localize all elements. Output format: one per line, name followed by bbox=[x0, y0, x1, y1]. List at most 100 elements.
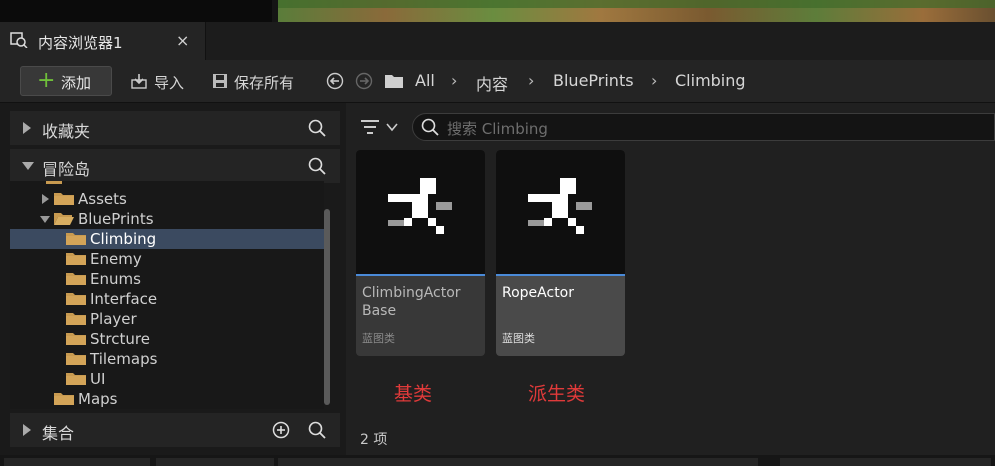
breadcrumb-climbing[interactable]: Climbing bbox=[675, 71, 746, 90]
status-segment bbox=[278, 458, 758, 466]
status-segment bbox=[156, 458, 274, 466]
tree-item-maps[interactable]: Maps bbox=[10, 389, 324, 409]
tree-item-label: Enemy bbox=[90, 250, 142, 268]
import-button[interactable]: 导入 bbox=[154, 72, 184, 93]
filter-icon[interactable] bbox=[360, 119, 380, 135]
folder-open-icon bbox=[54, 213, 74, 225]
tree-item-label: Strcture bbox=[90, 330, 150, 348]
search-icon bbox=[421, 118, 439, 136]
tree-item-label: BluePrints bbox=[78, 210, 154, 228]
forward-arrow-icon[interactable] bbox=[355, 72, 373, 90]
project-label: 冒险岛 bbox=[42, 160, 91, 179]
search-icon[interactable] bbox=[308, 421, 326, 439]
tree-item-label: Player bbox=[90, 310, 137, 328]
asset-type-label: 蓝图类 bbox=[362, 332, 395, 345]
folder-icon bbox=[66, 313, 86, 325]
viewport-strip bbox=[0, 0, 995, 22]
folder-icon bbox=[66, 333, 86, 345]
asset-thumbnail bbox=[496, 150, 625, 274]
folder-icon[interactable] bbox=[384, 72, 404, 90]
add-button-label: 添加 bbox=[61, 74, 92, 92]
chevron-down-icon[interactable] bbox=[386, 122, 398, 132]
tree-item-enums[interactable]: Enums bbox=[10, 269, 324, 289]
item-count: 2 项 bbox=[360, 432, 388, 448]
add-button[interactable]: + 添加 bbox=[20, 66, 112, 96]
annotation-derived-class: 派生类 bbox=[528, 383, 586, 405]
breadcrumb-content[interactable]: 内容 bbox=[476, 71, 508, 95]
breadcrumb-all[interactable]: All bbox=[415, 71, 435, 90]
asset-card-climbingactorbase[interactable]: ClimbingActor Base 蓝图类 bbox=[356, 150, 485, 356]
asset-type-label: 蓝图类 bbox=[502, 332, 535, 345]
filter-row: 搜索 Climbing bbox=[346, 103, 995, 149]
favorites-section[interactable]: 收藏夹 bbox=[10, 111, 340, 145]
tab-content-browser[interactable]: 内容浏览器1 × bbox=[0, 22, 206, 60]
project-section[interactable]: 冒险岛 bbox=[10, 149, 340, 183]
tree-item-label: UI bbox=[90, 370, 106, 388]
asset-type-bar bbox=[356, 274, 485, 276]
bottom-status-strip bbox=[0, 455, 995, 466]
folder-icon bbox=[66, 233, 86, 245]
toolbar: + 添加 导入 保存所有 All › 内容 › BluePrints › Cli… bbox=[0, 60, 995, 103]
tree-item-label: Maps bbox=[78, 390, 118, 408]
search-placeholder: 搜索 Climbing bbox=[447, 120, 548, 138]
tree-item-ui[interactable]: UI bbox=[10, 369, 324, 389]
tree-scrollbar[interactable] bbox=[324, 209, 330, 405]
collections-section[interactable]: 集合 bbox=[10, 413, 340, 447]
tree-item-assets[interactable]: Assets bbox=[10, 189, 324, 209]
tree-item-strcture[interactable]: Strcture bbox=[10, 329, 324, 349]
content-browser-icon bbox=[10, 32, 28, 48]
save-all-button[interactable]: 保存所有 bbox=[234, 72, 294, 93]
folder-tree: Assets BluePrints Climbing Enemy Enums Interf… bbox=[10, 181, 324, 409]
folder-icon bbox=[66, 353, 86, 365]
tab-title: 内容浏览器1 bbox=[38, 34, 123, 52]
chevron-down-icon[interactable] bbox=[40, 214, 50, 224]
tree-item-climbing[interactable]: Climbing bbox=[10, 229, 324, 249]
status-segment bbox=[4, 458, 150, 466]
asset-type-bar bbox=[496, 274, 625, 276]
folder-icon bbox=[54, 193, 74, 205]
collections-label: 集合 bbox=[42, 424, 75, 443]
status-segment bbox=[780, 458, 991, 466]
tree-item-label: Assets bbox=[78, 190, 127, 208]
breadcrumb-chevron-icon: › bbox=[651, 71, 658, 90]
back-arrow-icon[interactable] bbox=[326, 72, 344, 90]
asset-name: RopeActor bbox=[502, 285, 575, 301]
chevron-right-icon bbox=[23, 424, 31, 436]
chevron-down-icon bbox=[22, 162, 34, 170]
save-icon[interactable] bbox=[211, 72, 229, 90]
tree-item-label: Interface bbox=[90, 290, 158, 308]
folder-icon bbox=[66, 293, 86, 305]
search-icon[interactable] bbox=[308, 119, 326, 137]
annotation-base-class: 基类 bbox=[394, 383, 433, 405]
breadcrumb-blueprints[interactable]: BluePrints bbox=[553, 71, 634, 90]
asset-name: ClimbingActor Base bbox=[362, 285, 461, 319]
asset-card-ropeactor[interactable]: RopeActor 蓝图类 bbox=[496, 150, 625, 356]
close-icon[interactable]: × bbox=[176, 31, 189, 50]
folder-icon bbox=[46, 181, 62, 184]
viewport-dark-area bbox=[0, 0, 272, 22]
breadcrumb-chevron-icon: › bbox=[451, 71, 458, 90]
search-icon[interactable] bbox=[308, 157, 326, 175]
blueprint-actor-icon bbox=[388, 178, 452, 234]
import-icon[interactable] bbox=[130, 72, 148, 90]
folder-icon bbox=[66, 373, 86, 385]
tree-item-enemy[interactable]: Enemy bbox=[10, 249, 324, 269]
tree-item-label: Enums bbox=[90, 270, 141, 288]
asset-view-panel: 搜索 Climbing ClimbingActor Base 蓝图类 RopeA… bbox=[346, 103, 995, 455]
chevron-right-icon[interactable] bbox=[40, 194, 50, 204]
tree-item-blueprints[interactable]: BluePrints bbox=[10, 209, 324, 229]
tab-bar: 内容浏览器1 × bbox=[0, 22, 995, 60]
blueprint-actor-icon bbox=[528, 178, 592, 234]
folder-icon bbox=[66, 253, 86, 265]
tree-item-interface[interactable]: Interface bbox=[10, 289, 324, 309]
tree-item-player[interactable]: Player bbox=[10, 309, 324, 329]
favorites-label: 收藏夹 bbox=[42, 122, 91, 141]
add-collection-icon[interactable] bbox=[272, 421, 290, 439]
folder-icon bbox=[54, 393, 74, 405]
tree-item-tilemaps[interactable]: Tilemaps bbox=[10, 349, 324, 369]
breadcrumb-chevron-icon: › bbox=[528, 71, 535, 90]
plus-icon: + bbox=[37, 68, 56, 93]
search-input[interactable]: 搜索 Climbing bbox=[412, 113, 995, 141]
sources-panel: 收藏夹 冒险岛 Assets BluePrints Climbing Enemy Enu… bbox=[6, 103, 344, 455]
tree-item-label: Tilemaps bbox=[90, 350, 158, 368]
